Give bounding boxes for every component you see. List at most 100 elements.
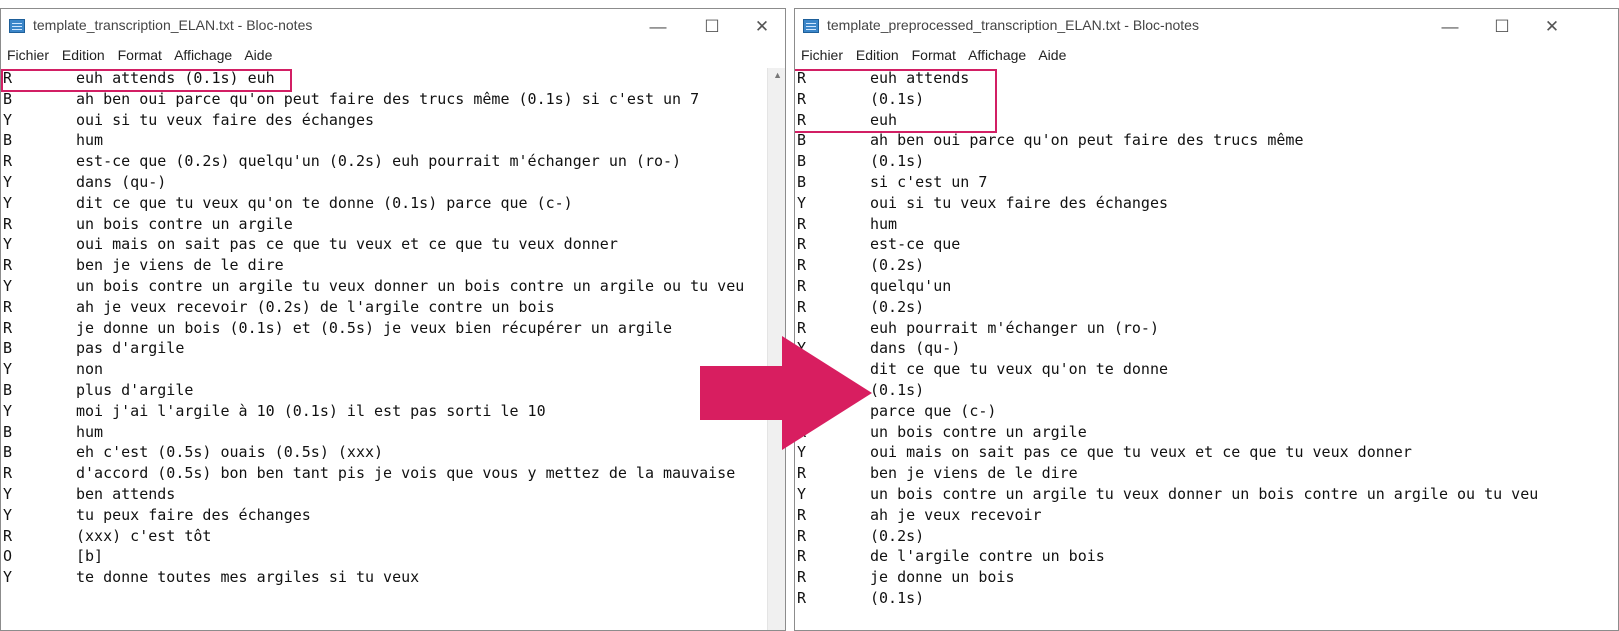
speaker-code: R (797, 297, 807, 316)
text-editor-area[interactable]: Reuh attends R (0.1s) Reuh Bah ben oui parce… (795, 68, 1618, 630)
speaker-code: R (3, 526, 13, 545)
utterance-text: (0.2s) (870, 526, 925, 545)
left-notepad-window: template_transcription_ELAN.txt - Bloc-n… (0, 8, 786, 631)
utterance-text: te donne toutes mes argiles si tu veux (76, 568, 420, 587)
utterance-text: hum (76, 131, 104, 150)
utterance-text: dit ce que tu veux qu'on te donne (0.1s)… (76, 193, 573, 212)
utterance-text: [b] (76, 547, 104, 566)
utterance-text: eh c'est (0.5s) ouais (0.5s) (xxx) (76, 443, 384, 462)
speaker-code: B (797, 172, 807, 191)
highlight-box-preprocessed (795, 69, 997, 133)
text-line: Rben je viens de le dire (1, 255, 785, 276)
utterance-text: dit ce que tu veux qu'on te donne (870, 360, 1169, 379)
speaker-code: Y (3, 401, 13, 420)
menu-edition[interactable]: Edition (62, 47, 105, 63)
text-editor-area[interactable]: Reuh attends (0.1s) euh Bah ben oui parce… (1, 68, 785, 630)
text-line: Ydans (qu-) (1, 172, 785, 193)
notepad-icon (9, 19, 25, 33)
utterance-text: plus d'argile (76, 380, 194, 399)
text-line: B (0.1s) (795, 151, 1618, 172)
utterance-text: je donne un bois (870, 568, 1015, 587)
text-line: Yte donne toutes mes argiles si tu veux (1, 567, 785, 588)
text-line: R (0.2s) (795, 526, 1618, 547)
utterance-text: euh pourrait m'échanger un (ro-) (870, 318, 1159, 337)
utterance-text: tu peux faire des échanges (76, 505, 311, 524)
utterance-text: ben je viens de le dire (870, 464, 1078, 483)
speaker-code: R (797, 588, 807, 607)
utterance-text: est-ce que (0.2s) quelqu'un (0.2s) euh p… (76, 152, 682, 171)
title-bar: template_preprocessed_transcription_ELAN… (795, 9, 1618, 45)
text-line: Rest-ce que (795, 234, 1618, 255)
utterance-text: (0.2s) (870, 256, 925, 275)
utterance-text: hum (870, 214, 898, 233)
utterance-text: parce que (c-) (870, 401, 997, 420)
speaker-code: B (3, 131, 13, 150)
utterance-text: oui si tu veux faire des échanges (76, 110, 375, 129)
text-line: Bah ben oui parce qu'on peut faire des t… (795, 130, 1618, 151)
speaker-code: Y (3, 172, 13, 191)
utterance-text: moi j'ai l'argile à 10 (0.1s) il est pas… (76, 401, 546, 420)
text-line: Rje donne un bois (0.1s) et (0.5s) je ve… (1, 318, 785, 339)
menu-bar: Fichier Edition Format Affichage Aide (1, 45, 785, 67)
maximize-button[interactable]: ☐ (1479, 11, 1525, 43)
maximize-button[interactable]: ☐ (689, 11, 735, 43)
menu-format[interactable]: Format (912, 47, 956, 63)
text-line: R (0.2s) (795, 297, 1618, 318)
text-line: Bpas d'argile (1, 338, 785, 359)
utterance-text: pas d'argile (76, 339, 185, 358)
text-line: Yun bois contre un argile tu veux donner… (1, 276, 785, 297)
utterance-text: d'accord (0.5s) bon ben tant pis je vois… (76, 464, 736, 483)
text-line: Yparce que (c-) (795, 401, 1618, 422)
speaker-code: R (797, 526, 807, 545)
speaker-code: Y (3, 110, 13, 129)
text-line: Rben je viens de le dire (795, 463, 1618, 484)
utterance-text: un bois contre un argile tu veux donner … (870, 484, 1539, 503)
speaker-code: B (797, 152, 807, 171)
right-arrow-icon (700, 336, 872, 450)
speaker-code: B (3, 443, 13, 462)
menu-aide[interactable]: Aide (244, 47, 272, 63)
menu-fichier[interactable]: Fichier (7, 47, 49, 63)
speaker-code: R (797, 276, 807, 295)
utterance-text: je donne un bois (0.1s) et (0.5s) je veu… (76, 318, 673, 337)
menu-affichage[interactable]: Affichage (174, 47, 232, 63)
utterance-text: ah je veux recevoir (0.2s) de l'argile c… (76, 297, 555, 316)
text-line: Ydit ce que tu veux qu'on te donne (0.1s… (1, 193, 785, 214)
menu-format[interactable]: Format (118, 47, 162, 63)
text-line: Bplus d'argile (1, 380, 785, 401)
speaker-code: Y (3, 568, 13, 587)
utterance-text: hum (76, 422, 104, 441)
text-line: Ymoi j'ai l'argile à 10 (0.1s) il est pa… (1, 401, 785, 422)
minimize-button[interactable]: — (635, 11, 681, 43)
menu-edition[interactable]: Edition (856, 47, 899, 63)
menu-affichage[interactable]: Affichage (968, 47, 1026, 63)
text-line: Beh c'est (0.5s) ouais (0.5s) (xxx) (1, 442, 785, 463)
speaker-code: Y (3, 193, 13, 212)
speaker-code: R (3, 152, 13, 171)
scroll-up-icon[interactable]: ▲ (773, 70, 782, 80)
close-button[interactable]: ✕ (739, 11, 785, 43)
text-line: Run bois contre un argile (795, 422, 1618, 443)
close-button[interactable]: ✕ (1529, 11, 1575, 43)
text-line: Rd'accord (0.5s) bon ben tant pis je voi… (1, 463, 785, 484)
utterance-text: de l'argile contre un bois (870, 547, 1105, 566)
text-line: Rah je veux recevoir (0.2s) de l'argile … (1, 297, 785, 318)
utterance-text: dans (qu-) (870, 339, 961, 358)
text-line: Rje donne un bois (795, 567, 1618, 588)
utterance-text: (0.1s) (870, 588, 925, 607)
menu-fichier[interactable]: Fichier (801, 47, 843, 63)
speaker-code: R (797, 568, 807, 587)
text-line: Youi mais on sait pas ce que tu veux et … (1, 234, 785, 255)
utterance-text: un bois contre un argile tu veux donner … (76, 276, 745, 295)
menu-aide[interactable]: Aide (1038, 47, 1066, 63)
utterance-text: (0.1s) (870, 152, 925, 171)
minimize-button[interactable]: — (1427, 11, 1473, 43)
highlight-box-original (1, 69, 292, 92)
window-title: template_transcription_ELAN.txt - Bloc-n… (33, 17, 313, 33)
text-line: R (xxx) c'est tôt (1, 526, 785, 547)
speaker-code: B (797, 131, 807, 150)
text-line: Yun bois contre un argile tu veux donner… (795, 484, 1618, 505)
speaker-code: R (3, 464, 13, 483)
speaker-code: R (797, 235, 807, 254)
speaker-code: R (797, 547, 807, 566)
